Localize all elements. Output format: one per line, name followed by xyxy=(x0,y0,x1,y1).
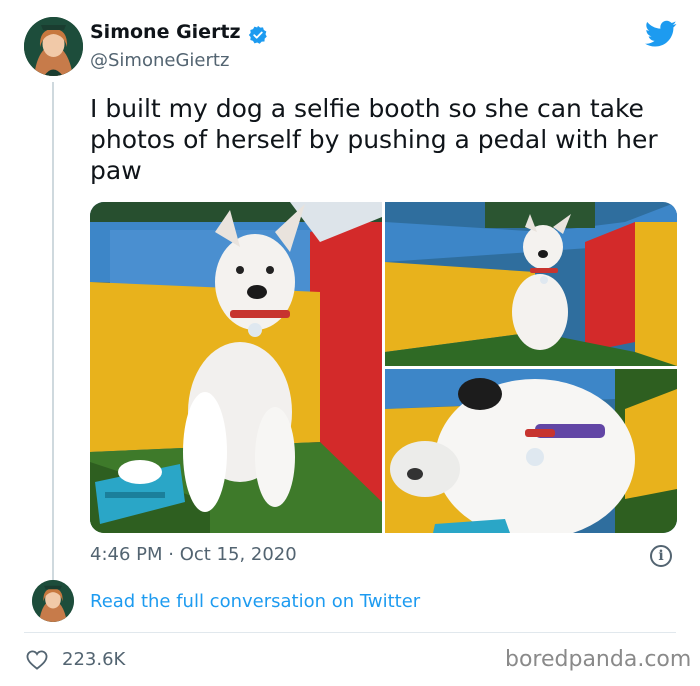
source-watermark: boredpanda.com xyxy=(505,647,692,672)
author-handle[interactable]: @SimoneGiertz xyxy=(90,50,229,71)
photo-dog-pressing-pedal-closeup[interactable] xyxy=(385,369,677,533)
conversation-avatar[interactable] xyxy=(32,580,74,622)
media-grid xyxy=(90,202,677,533)
like-count[interactable]: 223.6K xyxy=(62,649,125,670)
photo-dog-in-booth[interactable] xyxy=(385,202,677,366)
author-name[interactable]: Simone Giertz xyxy=(90,21,241,43)
read-conversation-link[interactable]: Read the full conversation on Twitter xyxy=(90,591,420,612)
twitter-bird-icon[interactable] xyxy=(645,20,677,48)
info-icon[interactable]: i xyxy=(650,545,672,567)
photo-dog-sitting-on-pedal[interactable] xyxy=(90,202,382,533)
verified-badge-icon xyxy=(248,25,267,44)
divider xyxy=(24,632,676,633)
thread-line xyxy=(52,82,54,580)
author-avatar[interactable] xyxy=(24,17,83,76)
heart-icon[interactable] xyxy=(26,650,48,670)
tweet-text: I built my dog a selfie booth so she can… xyxy=(90,94,658,185)
tweet-timestamp[interactable]: 4:46 PM · Oct 15, 2020 xyxy=(90,544,297,565)
tweet-card: Simone Giertz @SimoneGiertz I built my d… xyxy=(0,0,700,686)
